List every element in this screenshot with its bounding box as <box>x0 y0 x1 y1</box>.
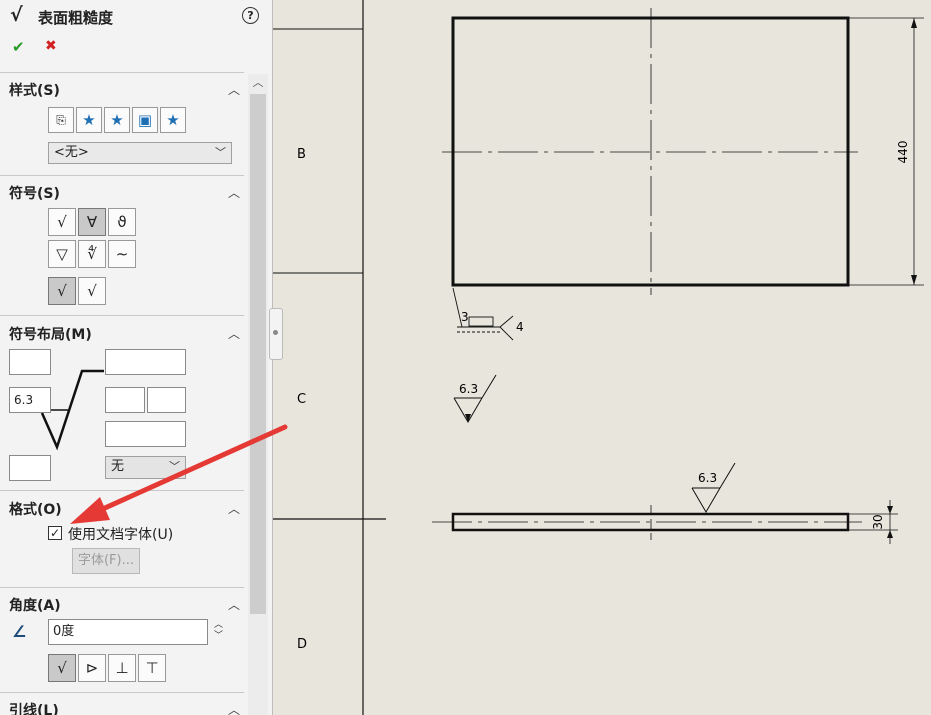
perpendicular-reverse-button[interactable]: ⊤ <box>138 654 166 682</box>
zone-label-b: B <box>297 147 306 162</box>
divider <box>0 490 244 491</box>
help-icon[interactable]: ? <box>242 7 259 24</box>
font-button[interactable]: 字体(F)... <box>72 548 140 574</box>
section-title-leader[interactable]: 引线(L) <box>9 700 59 715</box>
weld-number-right: 4 <box>516 320 524 334</box>
perpendicular-button[interactable]: ⊥ <box>108 654 136 682</box>
weld-number-left: 3 <box>461 310 469 324</box>
divider <box>0 692 244 693</box>
divider <box>0 587 244 588</box>
dimension-30: 30 <box>871 514 885 529</box>
dimension-440: 440 <box>896 141 910 164</box>
scroll-up-icon[interactable]: ︿ <box>248 74 268 92</box>
angle-spinner[interactable]: ︿ ﹀ <box>214 620 223 642</box>
chevron-up-icon[interactable]: ︿ <box>228 596 240 613</box>
angle-icon: ∠ <box>12 622 27 641</box>
rotate-90-button[interactable]: ⊳ <box>78 654 106 682</box>
rotate-0-button[interactable]: √ <box>48 654 76 682</box>
use-document-font-label: 使用文档字体(U) <box>68 527 174 543</box>
zone-label-c: C <box>297 392 306 407</box>
use-document-font-checkbox[interactable]: ✓ <box>48 526 62 540</box>
chevron-up-icon[interactable]: ︿ <box>228 701 240 715</box>
angle-input[interactable]: 0度 <box>48 619 208 645</box>
panel-scrollbar[interactable]: ︿ <box>248 74 268 715</box>
scrollbar-thumb[interactable] <box>250 94 266 614</box>
zone-label-d: D <box>297 637 307 652</box>
property-manager-panel: √ 表面粗糙度 ? ✔ ✖ 样式(S) ︿ ⎘ ★ ★ ▣ ★ <无> ﹀ 符号… <box>0 0 273 715</box>
chevron-up-icon[interactable]: ︿ <box>228 500 240 517</box>
section-title-angle[interactable]: 角度(A) <box>9 595 61 615</box>
roughness-label-floating: 6.3 <box>459 382 478 396</box>
drawing-canvas[interactable]: B C D 440 3 4 6.3 6.3 30 <box>273 0 931 715</box>
roughness-label-side: 6.3 <box>698 471 717 485</box>
section-title-format[interactable]: 格式(O) <box>9 499 62 519</box>
panel-collapse-handle[interactable] <box>269 308 283 360</box>
